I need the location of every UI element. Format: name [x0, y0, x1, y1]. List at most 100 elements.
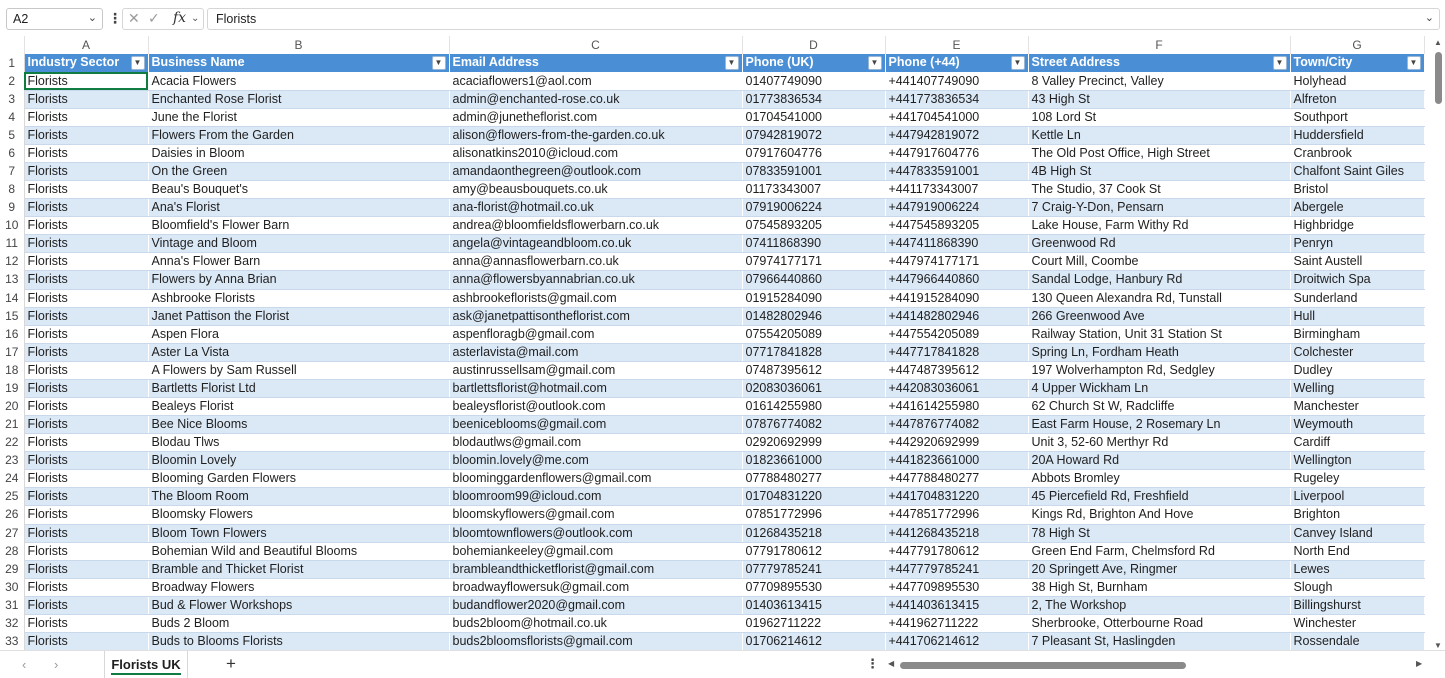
- table-cell[interactable]: 78 High St: [1028, 524, 1291, 543]
- table-cell[interactable]: Sandal Lodge, Hanbury Rd: [1028, 270, 1291, 290]
- table-cell[interactable]: +447791780612: [885, 542, 1029, 561]
- table-cell[interactable]: 07411868390: [742, 234, 886, 254]
- row-number[interactable]: 18: [0, 361, 25, 380]
- cancel-icon[interactable]: ✕: [128, 10, 140, 27]
- column-header[interactable]: F: [1028, 36, 1291, 54]
- table-cell[interactable]: Penryn: [1290, 234, 1425, 254]
- table-cell[interactable]: Daisies in Bloom: [148, 144, 450, 163]
- table-cell[interactable]: Spring Ln, Fordham Heath: [1028, 343, 1291, 362]
- header-cell[interactable]: Business Name ▼: [148, 54, 450, 73]
- table-cell[interactable]: Ana's Florist: [148, 198, 450, 218]
- filter-dropdown-icon[interactable]: ▼: [130, 56, 145, 70]
- table-cell[interactable]: +447554205089: [885, 325, 1029, 344]
- table-cell[interactable]: Sunderland: [1290, 289, 1425, 308]
- header-cell[interactable]: Phone (UK) ▼: [742, 54, 886, 73]
- horizontal-scroll-thumb[interactable]: [900, 662, 1186, 669]
- table-cell[interactable]: 01268435218: [742, 524, 886, 543]
- row-number[interactable]: 12: [0, 252, 25, 271]
- table-cell[interactable]: 8 Valley Precinct, Valley: [1028, 72, 1291, 91]
- table-cell[interactable]: Florists: [24, 180, 149, 200]
- name-box[interactable]: A2 ⌄: [6, 8, 103, 30]
- table-cell[interactable]: broadwayflowersuk@gmail.com: [449, 578, 743, 597]
- table-cell[interactable]: Florists: [24, 433, 149, 453]
- table-cell[interactable]: 20 Springett Ave, Ringmer: [1028, 560, 1291, 579]
- vertical-scroll-thumb[interactable]: [1435, 52, 1442, 104]
- row-number[interactable]: 17: [0, 343, 25, 362]
- table-cell[interactable]: 07919006224: [742, 198, 886, 218]
- table-cell[interactable]: Florists: [24, 596, 149, 615]
- table-cell[interactable]: North End: [1290, 542, 1425, 561]
- spreadsheet-grid[interactable]: ABCDEFG 1 Industry Sector ▼ Business Name ▼…: [0, 36, 1430, 650]
- table-cell[interactable]: ask@janetpattisontheflorist.com: [449, 307, 743, 326]
- row-number[interactable]: 5: [0, 126, 25, 145]
- table-cell[interactable]: Flowers From the Garden: [148, 126, 450, 145]
- row-number[interactable]: 14: [0, 289, 25, 308]
- table-cell[interactable]: Manchester: [1290, 397, 1425, 417]
- table-cell[interactable]: 07917604776: [742, 144, 886, 163]
- table-cell[interactable]: +441173343007: [885, 180, 1029, 200]
- table-cell[interactable]: 62 Church St W, Radcliffe: [1028, 397, 1291, 417]
- row-number[interactable]: 20: [0, 397, 25, 416]
- table-cell[interactable]: +447779785241: [885, 560, 1029, 579]
- row-number[interactable]: 26: [0, 505, 25, 525]
- table-cell[interactable]: Kings Rd, Brighton And Hove: [1028, 505, 1291, 525]
- table-cell[interactable]: asterlavista@mail.com: [449, 343, 743, 362]
- table-cell[interactable]: Florists: [24, 234, 149, 254]
- table-cell[interactable]: +442920692999: [885, 433, 1029, 453]
- table-cell[interactable]: Beau's Bouquet's: [148, 180, 450, 200]
- table-cell[interactable]: 07791780612: [742, 542, 886, 561]
- table-cell[interactable]: blodautlws@gmail.com: [449, 433, 743, 453]
- table-cell[interactable]: Droitwich Spa: [1290, 270, 1425, 290]
- table-cell[interactable]: Saint Austell: [1290, 252, 1425, 272]
- table-cell[interactable]: Dudley: [1290, 361, 1425, 380]
- table-cell[interactable]: Florists: [24, 343, 149, 362]
- header-cell[interactable]: Town/City ▼: [1290, 54, 1425, 73]
- table-cell[interactable]: alisonatkins2010@icloud.com: [449, 144, 743, 163]
- table-cell[interactable]: Bloomin Lovely: [148, 451, 450, 471]
- table-cell[interactable]: Birmingham: [1290, 325, 1425, 344]
- table-cell[interactable]: Florists: [24, 270, 149, 290]
- table-cell[interactable]: anna@annasflowerbarn.co.uk: [449, 252, 743, 272]
- table-cell[interactable]: Abbots Bromley: [1028, 469, 1291, 489]
- expand-formula-bar-icon[interactable]: ⌄: [1425, 11, 1434, 24]
- table-cell[interactable]: ashbrookeflorists@gmail.com: [449, 289, 743, 308]
- table-cell[interactable]: 01704831220: [742, 487, 886, 507]
- table-cell[interactable]: 07545893205: [742, 216, 886, 236]
- table-cell[interactable]: bloomin.lovely@me.com: [449, 451, 743, 471]
- table-cell[interactable]: +441407749090: [885, 72, 1029, 91]
- table-cell[interactable]: ana-florist@hotmail.co.uk: [449, 198, 743, 218]
- row-number[interactable]: 22: [0, 433, 25, 452]
- table-cell[interactable]: 01773836534: [742, 90, 886, 109]
- table-cell[interactable]: Florists: [24, 451, 149, 471]
- table-cell[interactable]: Bee Nice Blooms: [148, 415, 450, 435]
- table-cell[interactable]: 07942819072: [742, 126, 886, 145]
- table-cell[interactable]: +447974177171: [885, 252, 1029, 272]
- table-cell[interactable]: +447966440860: [885, 270, 1029, 290]
- table-cell[interactable]: +441823661000: [885, 451, 1029, 471]
- column-header[interactable]: A: [24, 36, 149, 54]
- table-cell[interactable]: Bealeys Florist: [148, 397, 450, 417]
- table-cell[interactable]: +447876774082: [885, 415, 1029, 435]
- table-cell[interactable]: Unit 3, 52-60 Merthyr Rd: [1028, 433, 1291, 453]
- table-cell[interactable]: angela@vintageandbloom.co.uk: [449, 234, 743, 254]
- table-cell[interactable]: Billingshurst: [1290, 596, 1425, 615]
- table-cell[interactable]: 07709895530: [742, 578, 886, 597]
- header-cell[interactable]: Phone (+44) ▼: [885, 54, 1029, 73]
- header-cell[interactable]: Industry Sector ▼: [24, 54, 149, 73]
- column-header[interactable]: B: [148, 36, 450, 54]
- table-cell[interactable]: Florists: [24, 162, 149, 182]
- table-cell[interactable]: +447851772996: [885, 505, 1029, 525]
- row-number[interactable]: 9: [0, 198, 25, 217]
- filter-dropdown-icon[interactable]: ▼: [1272, 56, 1287, 70]
- table-cell[interactable]: 266 Greenwood Ave: [1028, 307, 1291, 326]
- row-number[interactable]: 2: [0, 72, 25, 91]
- row-number[interactable]: 8: [0, 180, 25, 199]
- row-number[interactable]: 1: [0, 54, 25, 73]
- table-cell[interactable]: Cranbrook: [1290, 144, 1425, 163]
- table-cell[interactable]: On the Green: [148, 162, 450, 182]
- scroll-right-icon[interactable]: ▶: [1416, 659, 1422, 668]
- table-cell[interactable]: +447919006224: [885, 198, 1029, 218]
- table-cell[interactable]: Flowers by Anna Brian: [148, 270, 450, 290]
- table-cell[interactable]: Florists: [24, 126, 149, 145]
- table-cell[interactable]: 01614255980: [742, 397, 886, 417]
